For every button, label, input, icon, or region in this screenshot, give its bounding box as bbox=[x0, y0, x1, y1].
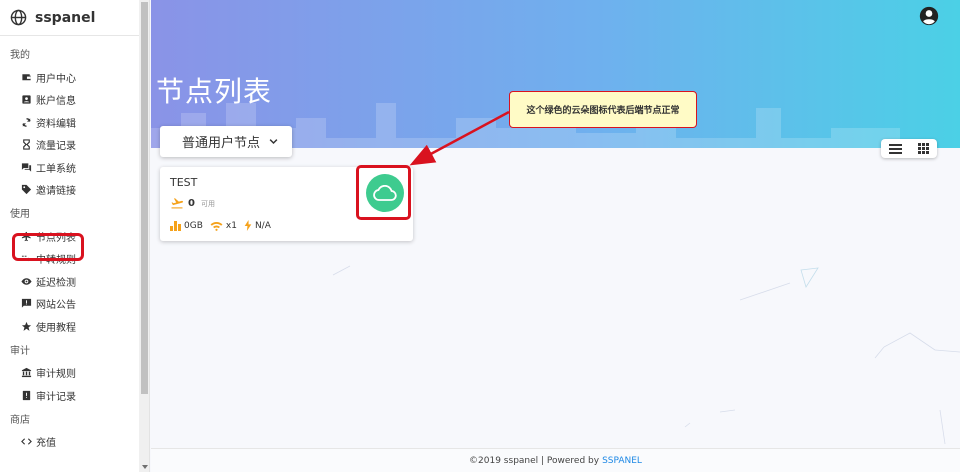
node-list-highlight-box bbox=[12, 233, 84, 261]
sidebar-item-latency[interactable]: 延迟检测 bbox=[0, 270, 149, 293]
sidebar-item-label: 审计记录 bbox=[36, 391, 76, 403]
sidebar-section-audit: 审计 bbox=[10, 345, 30, 357]
report-icon bbox=[21, 390, 32, 401]
page-title: 节点列表 bbox=[156, 75, 273, 108]
node-online-label: 可用 bbox=[200, 199, 215, 208]
sidebar-item-label: 审计规则 bbox=[36, 369, 76, 381]
sidebar-item-label: 工单系统 bbox=[36, 163, 76, 175]
sidebar-item-announcements[interactable]: 网站公告 bbox=[0, 293, 149, 316]
sidebar-item-audit-rules[interactable]: 审计规则 bbox=[0, 362, 149, 385]
view-toggle bbox=[881, 139, 937, 158]
sync-icon bbox=[21, 117, 32, 128]
sidebar-item-recharge[interactable]: 充值 bbox=[0, 431, 149, 454]
sidebar-section-use: 使用 bbox=[10, 209, 30, 220]
sidebar-item-label: 使用教程 bbox=[36, 322, 76, 334]
grid-view-icon[interactable] bbox=[916, 143, 930, 155]
forum-icon bbox=[21, 162, 32, 173]
node-online-count: 0 bbox=[188, 198, 195, 209]
node-traffic: 0GB bbox=[170, 220, 203, 231]
chevron-down-icon bbox=[269, 139, 278, 145]
sidebar-item-account-info[interactable]: 账户信息 bbox=[0, 89, 149, 112]
bar-chart-icon bbox=[170, 220, 181, 231]
globe-icon bbox=[10, 9, 27, 26]
node-group-select[interactable]: 普通用户节点 bbox=[160, 126, 292, 157]
flash-icon bbox=[244, 220, 252, 231]
sidebar-item-audit-log[interactable]: 审计记录 bbox=[0, 384, 149, 407]
sidebar-item-label: 网站公告 bbox=[36, 300, 76, 312]
scroll-down-icon[interactable] bbox=[142, 465, 148, 469]
sidebar-item-invite[interactable]: 邀请链接 bbox=[0, 179, 149, 202]
sidebar-section-shop: 商店 bbox=[10, 414, 30, 426]
sidebar-item-label: 充值 bbox=[36, 438, 56, 450]
sidebar-item-label: 流量记录 bbox=[36, 141, 76, 153]
sidebar-item-profile-edit[interactable]: 资料编辑 bbox=[0, 111, 149, 134]
node-online: 0 可用 bbox=[170, 198, 215, 209]
sidebar-scrollbar[interactable] bbox=[139, 0, 149, 472]
node-rate-value: x1 bbox=[225, 220, 237, 231]
bank-icon bbox=[21, 367, 32, 378]
brand[interactable]: sspanel bbox=[0, 0, 149, 36]
node-traffic-value: 0GB bbox=[184, 220, 203, 231]
node-stats: 0GB x1 N/A bbox=[170, 220, 278, 231]
sidebar-item-tickets[interactable]: 工单系统 bbox=[0, 156, 149, 179]
star-icon bbox=[21, 321, 32, 332]
flight-takeoff-icon bbox=[171, 198, 184, 209]
sidebar: sspanel 我的 用户中心 账户信息 资料编辑 流量记录 工单系统 邀请链接… bbox=[0, 0, 150, 472]
code-icon bbox=[21, 436, 32, 447]
wallet-icon bbox=[21, 72, 32, 83]
sidebar-item-label: 用户中心 bbox=[36, 73, 76, 85]
sidebar-item-traffic-log[interactable]: 流量记录 bbox=[0, 134, 149, 157]
eye-icon bbox=[21, 276, 32, 287]
brand-name: sspanel bbox=[35, 9, 96, 26]
annotation-callout: 这个绿色的云朵图标代表后端节点正常 bbox=[509, 91, 697, 128]
footer-brand-link[interactable]: SSPANEL bbox=[602, 456, 642, 466]
account-box-icon bbox=[21, 94, 32, 105]
footer-text: ©2019 sspanel | Powered by bbox=[469, 455, 600, 466]
status-highlight-box bbox=[356, 165, 411, 220]
node-group-value: 普通用户节点 bbox=[182, 136, 261, 151]
scrollbar-thumb[interactable] bbox=[141, 2, 148, 394]
node-load-value: N/A bbox=[254, 220, 271, 231]
sidebar-item-label: 延迟检测 bbox=[36, 277, 76, 289]
sidebar-item-label: 资料编辑 bbox=[36, 118, 76, 130]
footer: ©2019 sspanel | Powered by SSPANEL bbox=[151, 448, 960, 472]
list-view-icon[interactable] bbox=[888, 143, 902, 155]
node-load: N/A bbox=[244, 220, 271, 231]
tag-icon bbox=[21, 184, 32, 195]
account-icon[interactable] bbox=[919, 6, 939, 26]
sidebar-item-label: 账户信息 bbox=[36, 96, 76, 108]
node-rate: x1 bbox=[210, 221, 237, 231]
main-content: 节点列表 普通用户节点 TEST 0 可用 0GB x1 N/A bbox=[151, 0, 960, 472]
hourglass-icon bbox=[21, 139, 32, 150]
sidebar-item-user-center[interactable]: 用户中心 bbox=[0, 66, 149, 89]
sidebar-item-tutorial[interactable]: 使用教程 bbox=[0, 315, 149, 338]
sidebar-section-mine: 我的 bbox=[10, 50, 30, 61]
sidebar-item-label: 邀请链接 bbox=[36, 186, 76, 198]
announcement-icon bbox=[21, 298, 32, 309]
wifi-icon bbox=[210, 221, 223, 231]
node-name: TEST bbox=[170, 176, 198, 189]
